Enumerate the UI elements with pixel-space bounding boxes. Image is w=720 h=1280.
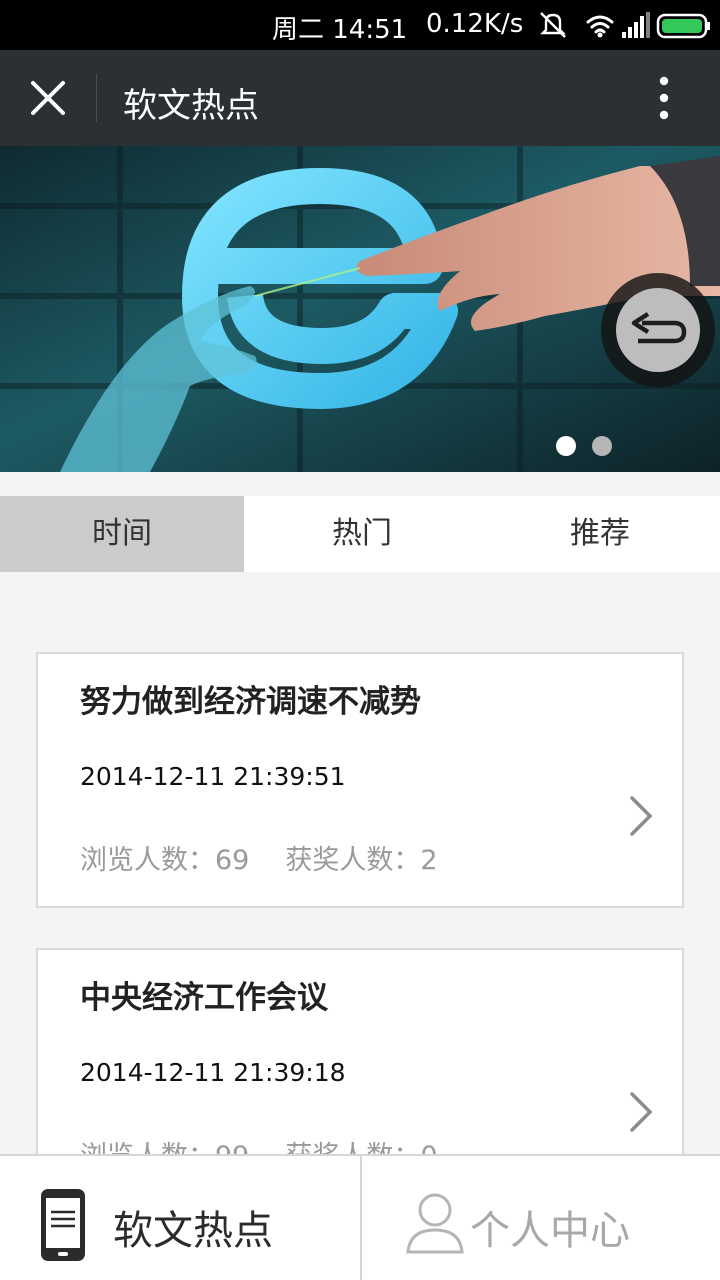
chevron-right-icon [630,796,653,836]
sort-tabs: 时间 热门 推荐 [0,496,720,572]
tab-recommend[interactable]: 推荐 [480,496,720,572]
pager-dot [592,436,612,456]
status-net-speed: 0.12K/s [426,9,524,39]
nav-item-articles[interactable]: 软文热点 [0,1156,360,1280]
wifi-dot [597,32,603,38]
phone-icon [41,1189,85,1261]
pager-dot-active [556,436,576,456]
article-date: 2014-12-11 21:39:51 [80,762,346,791]
bottom-nav: 软文热点 个人中心 [0,1154,720,1280]
nav-item-profile[interactable]: 个人中心 [362,1156,720,1280]
article-title: 中央经济工作会议 [80,980,328,1016]
back-arrow-icon [631,312,687,344]
signal-icon [622,12,650,38]
tab-hot[interactable]: 热门 [244,496,480,572]
article-views: 浏览人数：69 [80,845,250,876]
tab-time[interactable]: 时间 [0,496,244,572]
mute-icon [540,12,566,38]
article-card[interactable]: 努力做到经济调速不减势 2014-12-11 21:39:51 浏览人数：69 获… [36,652,684,908]
nav-label: 个人中心 [470,1208,630,1254]
status-bar: 周二 14:51 0.12K/s [0,0,720,50]
battery-icon [656,13,710,39]
title-bar: 软文热点 [0,50,720,146]
status-time: 周二 14:51 [272,15,408,45]
person-icon [406,1193,464,1254]
page-title: 软文热点 [123,86,259,126]
article-title: 努力做到经济调速不减势 [80,684,421,720]
chevron-right-icon [630,1092,653,1132]
floating-back-button[interactable] [601,273,715,387]
article-date: 2014-12-11 21:39:18 [80,1058,346,1087]
article-winners: 获奖人数：2 [285,845,438,876]
nav-label: 软文热点 [113,1208,273,1254]
close-icon[interactable] [20,70,76,126]
wifi-icon [586,15,614,34]
floating-back-button-face [616,288,700,372]
article-stats: 浏览人数：69 获奖人数：2 [80,838,438,877]
title-divider [96,74,97,122]
status-icons [540,12,710,39]
more-vertical-icon[interactable] [640,70,688,126]
